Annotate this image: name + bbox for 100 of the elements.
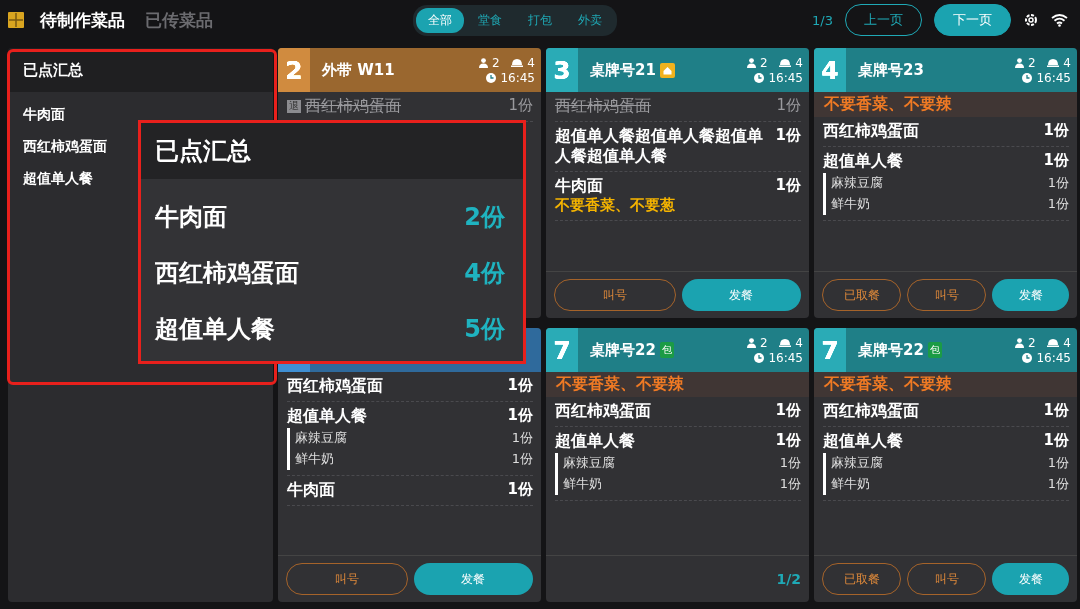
summary-dish-name: 牛肉面 [155, 202, 227, 233]
person-icon [746, 337, 756, 348]
order-number: 7 [821, 335, 839, 365]
order-time: 16:45 [768, 350, 803, 365]
sub-dish-name: 麻辣豆腐 [563, 454, 615, 472]
clock-icon [754, 352, 765, 363]
dish-name: 西红柿鸡蛋面 [555, 96, 651, 116]
dish-name: 超值单人餐 [823, 431, 903, 451]
order-title: 桌牌号21 [590, 60, 656, 80]
filter-tab[interactable]: 堂食 [465, 7, 514, 33]
filter-tab[interactable]: 全部 [415, 7, 464, 33]
order-title: 桌牌号23 [858, 60, 924, 80]
sub-dish-quantity: 1份 [511, 429, 533, 447]
dish-note: 不要香菜、不要葱 [555, 196, 676, 215]
summary-dish-name: 超值单人餐 [155, 314, 275, 345]
sub-dish-name: 鲜牛奶 [831, 194, 870, 213]
summary-dish-name: 超值单人餐 [23, 170, 93, 188]
dish-name: 超值单人餐 [287, 406, 367, 426]
dish-name: 西红柿鸡蛋面 [823, 121, 919, 141]
dish-name: 退 西红柿鸡蛋面 [287, 96, 401, 116]
summary-dish-name: 牛肉面 [23, 106, 65, 124]
dish-name: 超值单人餐 [555, 431, 635, 451]
guest-count: 2 [759, 55, 768, 70]
sub-dish-name: 麻辣豆腐 [831, 174, 883, 192]
person-icon [746, 57, 756, 68]
guest-count: 2 [491, 55, 500, 70]
cloche-icon [779, 338, 792, 347]
sub-dish-quantity: 1份 [1047, 454, 1069, 472]
dish-quantity: 1份 [776, 96, 801, 115]
logo-icon [8, 12, 24, 28]
sub-dish-quantity: 1份 [1047, 194, 1069, 213]
settings-icon[interactable] [1023, 12, 1039, 28]
dish-name: 超值单人餐超值单人餐超值单人餐超值单人餐 [555, 126, 764, 166]
view-tab[interactable]: 已传菜品 [141, 8, 217, 32]
clock-icon [1022, 72, 1033, 83]
dish-quantity: 1份 [775, 176, 801, 195]
sub-dish-name: 麻辣豆腐 [831, 454, 883, 472]
cloche-icon [1047, 58, 1060, 67]
card-page-indicator: 1/2 [776, 571, 801, 587]
serve-button[interactable]: 发餐 [992, 279, 1069, 311]
filter-tab[interactable]: 外卖 [565, 7, 614, 33]
order-number: 4 [821, 55, 839, 85]
dish-name: 超值单人餐 [823, 151, 903, 171]
guest-count: 2 [1027, 55, 1036, 70]
dish-count: 4 [795, 55, 803, 70]
guest-count: 2 [759, 335, 768, 350]
dish-quantity: 1份 [1043, 151, 1069, 170]
serve-button[interactable]: 发餐 [681, 279, 801, 311]
sub-dish-name: 鲜牛奶 [295, 449, 334, 468]
order-time: 16:45 [1036, 70, 1071, 85]
serve-button[interactable]: 发餐 [413, 563, 533, 595]
dish-quantity: 1份 [508, 96, 533, 115]
dish-quantity: 1份 [775, 126, 801, 145]
dish-name: 牛肉面 [555, 176, 603, 196]
serve-button[interactable]: 发餐 [992, 563, 1069, 595]
clock-icon [486, 72, 497, 83]
dish-quantity: 1份 [775, 431, 801, 450]
guest-count: 2 [1027, 335, 1036, 350]
next-page-button[interactable]: 下一页 [934, 4, 1011, 36]
cloche-icon [511, 58, 524, 67]
dish-count: 4 [1063, 335, 1071, 350]
dish-name: 西红柿鸡蛋面 [555, 401, 651, 421]
dish-name: 西红柿鸡蛋面 [287, 376, 383, 396]
clock-icon [1022, 352, 1033, 363]
order-time: 16:45 [500, 70, 535, 85]
cloche-icon [1047, 338, 1060, 347]
sub-dish-name: 鲜牛奶 [831, 474, 870, 493]
sub-dish-name: 鲜牛奶 [563, 474, 602, 493]
dish-quantity: 1份 [1043, 121, 1069, 140]
dish-quantity: 1份 [775, 401, 801, 420]
order-title: 桌牌号22 [590, 340, 656, 360]
dish-quantity: 1份 [507, 376, 533, 395]
dish-quantity: 1份 [507, 406, 533, 425]
summary-dish-name: 西红柿鸡蛋面 [155, 258, 299, 289]
order-note: 不要香菜、不要辣 [546, 372, 809, 397]
person-icon [1014, 337, 1024, 348]
summary-dish-count: 4份 [464, 258, 505, 289]
sub-dish-quantity: 1份 [1047, 174, 1069, 192]
order-time: 16:45 [768, 70, 803, 85]
order-number: 2 [285, 55, 303, 85]
sub-dish-quantity: 1份 [779, 454, 801, 472]
summary-dish-count: 5份 [464, 314, 505, 345]
order-title: 桌牌号22 [858, 340, 924, 360]
sub-dish-name: 麻辣豆腐 [295, 429, 347, 447]
dish-quantity: 1份 [507, 479, 533, 499]
order-time: 16:45 [1036, 350, 1071, 365]
order-number: 7 [553, 335, 571, 365]
dish-quantity: 1份 [1043, 431, 1069, 450]
house-badge-icon [659, 62, 675, 78]
dish-count: 4 [527, 55, 535, 70]
clock-icon [754, 72, 765, 83]
sub-dish-quantity: 1份 [511, 449, 533, 468]
dish-count: 4 [1063, 55, 1071, 70]
person-icon [1014, 57, 1024, 68]
order-note: 不要香菜、不要辣 [814, 92, 1077, 117]
wifi-icon [1051, 13, 1068, 27]
filter-tab[interactable]: 打包 [515, 7, 564, 33]
view-tab[interactable]: 待制作菜品 [36, 8, 129, 32]
summary-dish-name: 西红柿鸡蛋面 [23, 138, 107, 156]
dish-name: 西红柿鸡蛋面 [823, 401, 919, 421]
